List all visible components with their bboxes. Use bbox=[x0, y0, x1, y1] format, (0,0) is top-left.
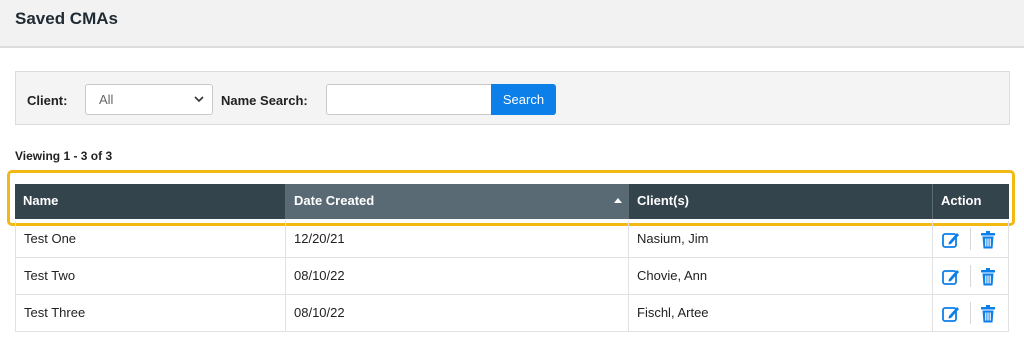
cell-date-created: 12/20/21 bbox=[286, 221, 629, 257]
client-select-value: All bbox=[99, 92, 114, 107]
table-row: Test One 12/20/21 Nasium, Jim bbox=[15, 221, 1009, 258]
top-bar: Saved CMAs bbox=[0, 0, 1024, 48]
column-header-date-created-label: Date Created bbox=[294, 193, 375, 208]
cell-clients: Fischl, Artee bbox=[629, 295, 933, 331]
cell-name: Test Three bbox=[16, 295, 286, 331]
cell-action bbox=[933, 258, 1009, 294]
table-header: Name Date Created Client(s) Action bbox=[15, 184, 1009, 219]
filter-panel: Client: All Name Search: Search bbox=[15, 71, 1010, 125]
cell-date-created: 08/10/22 bbox=[286, 258, 629, 294]
cell-name: Test Two bbox=[16, 258, 286, 294]
search-button[interactable]: Search bbox=[491, 84, 556, 115]
action-divider bbox=[970, 302, 971, 324]
cell-clients: Chovie, Ann bbox=[629, 258, 933, 294]
column-header-clients[interactable]: Client(s) bbox=[629, 184, 933, 219]
table-row: Test Two 08/10/22 Chovie, Ann bbox=[15, 258, 1009, 295]
client-label: Client: bbox=[27, 93, 68, 108]
action-divider bbox=[970, 228, 971, 250]
name-search-label: Name Search: bbox=[221, 93, 308, 108]
edit-icon[interactable] bbox=[941, 304, 961, 324]
table-row: Test Three 08/10/22 Fischl, Artee bbox=[15, 295, 1009, 332]
page-title: Saved CMAs bbox=[15, 9, 118, 28]
cell-action bbox=[933, 295, 1009, 331]
cell-action bbox=[933, 221, 1009, 257]
sort-ascending-icon bbox=[614, 198, 622, 203]
client-select[interactable]: All bbox=[85, 84, 213, 115]
cell-clients: Nasium, Jim bbox=[629, 221, 933, 257]
column-header-date-created[interactable]: Date Created bbox=[286, 184, 629, 219]
name-search-input[interactable] bbox=[326, 84, 492, 115]
cell-name: Test One bbox=[16, 221, 286, 257]
cell-date-created: 08/10/22 bbox=[286, 295, 629, 331]
action-divider bbox=[970, 265, 971, 287]
chevron-down-icon bbox=[194, 96, 204, 103]
trash-icon[interactable] bbox=[978, 267, 998, 287]
trash-icon[interactable] bbox=[978, 304, 998, 324]
column-header-action: Action bbox=[941, 193, 982, 208]
trash-icon[interactable] bbox=[978, 230, 998, 250]
edit-icon[interactable] bbox=[941, 267, 961, 287]
edit-icon[interactable] bbox=[941, 230, 961, 250]
results-summary: Viewing 1 - 3 of 3 bbox=[15, 149, 113, 163]
column-header-name[interactable]: Name bbox=[15, 184, 286, 219]
